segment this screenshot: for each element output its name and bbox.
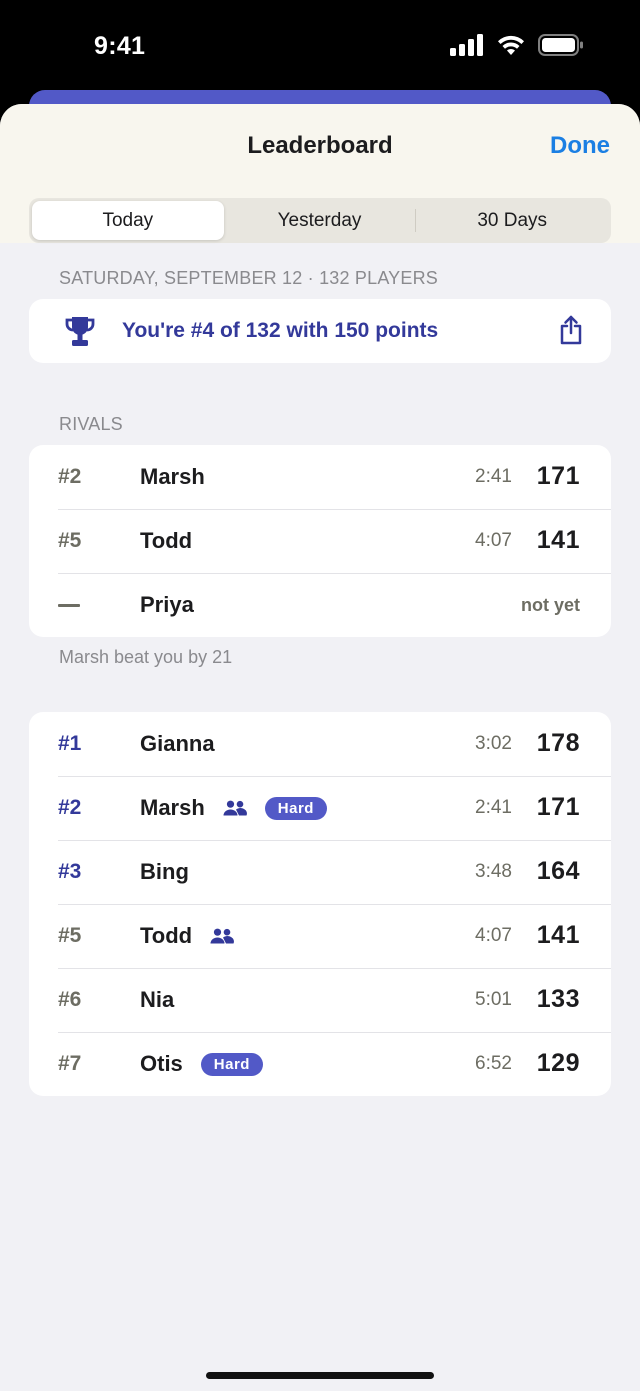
rank-label: #2 xyxy=(58,796,82,819)
rank-label: #7 xyxy=(58,1052,82,1075)
leader-row[interactable]: #5 Todd 4:07 141 xyxy=(29,904,611,968)
sheet-header: Leaderboard Done Today Yesterday 30 Days xyxy=(0,104,640,243)
friends-icon xyxy=(210,928,235,944)
player-name: Bing xyxy=(140,859,189,884)
leader-row[interactable]: #7 Otis Hard 6:52 129 xyxy=(29,1032,611,1096)
solve-time: 4:07 xyxy=(475,530,512,551)
score: 171 xyxy=(536,462,580,490)
score: 141 xyxy=(536,921,580,949)
solve-time: 6:52 xyxy=(475,1053,512,1074)
rank-summary-text: You're #4 of 132 with 150 points xyxy=(122,319,439,342)
solve-time: 3:48 xyxy=(475,861,512,882)
rival-footnote: Marsh beat you by 21 xyxy=(59,647,233,667)
trophy-icon xyxy=(65,317,95,346)
tab-today[interactable]: Today xyxy=(32,201,224,240)
wifi-icon xyxy=(498,35,524,55)
tab-30-days[interactable]: 30 Days xyxy=(416,201,608,240)
solve-time: 4:07 xyxy=(475,925,512,946)
rival-row[interactable]: Priya not yet xyxy=(29,573,611,637)
rank-label: #5 xyxy=(58,924,82,947)
leaderboard-sheet: Leaderboard Done Today Yesterday 30 Days… xyxy=(0,104,640,1391)
player-name: Marsh xyxy=(140,464,205,489)
player-name: Otis Hard xyxy=(140,1051,263,1077)
solve-time: 3:02 xyxy=(475,733,512,754)
rank-label: #3 xyxy=(58,860,82,883)
leader-row[interactable]: #6 Nia 5:01 133 xyxy=(29,968,611,1032)
score: 129 xyxy=(536,1049,580,1077)
cellular-signal-icon xyxy=(450,34,483,56)
score: 133 xyxy=(536,985,580,1013)
player-name: Todd xyxy=(140,528,193,553)
status-time: 9:41 xyxy=(94,32,146,60)
date-players-label: SATURDAY, SEPTEMBER 12 · 132 PLAYERS xyxy=(59,268,439,288)
player-name: Nia xyxy=(140,987,175,1012)
score: 171 xyxy=(536,793,580,821)
rank-label: #6 xyxy=(58,988,82,1011)
solve-time: 2:41 xyxy=(475,466,512,487)
rank-label: #2 xyxy=(58,465,82,488)
rivals-card: #2 Marsh 2:41 171 #5 Todd 4:07 141 Priya… xyxy=(29,445,611,637)
share-icon[interactable] xyxy=(559,315,583,345)
leaders-card: #1 Gianna 3:02 178 #2 Marsh Hard 2:41 17… xyxy=(29,712,611,1096)
leader-row[interactable]: #1 Gianna 3:02 178 xyxy=(29,712,611,776)
home-indicator[interactable] xyxy=(206,1372,434,1379)
rival-row[interactable]: #2 Marsh 2:41 171 xyxy=(29,445,611,509)
tab-yesterday[interactable]: Yesterday xyxy=(224,201,416,240)
hard-mode-badge: Hard xyxy=(200,1052,263,1076)
solve-time: 2:41 xyxy=(475,797,512,818)
leader-row[interactable]: #3 Bing 3:48 164 xyxy=(29,840,611,904)
score: 178 xyxy=(536,729,580,757)
no-rank-dash xyxy=(58,604,80,607)
rival-row[interactable]: #5 Todd 4:07 141 xyxy=(29,509,611,573)
score: 141 xyxy=(536,526,580,554)
rivals-section-label: RIVALS xyxy=(59,414,123,434)
rank-summary-card: You're #4 of 132 with 150 points xyxy=(29,299,611,363)
hard-mode-badge: Hard xyxy=(264,796,327,820)
player-name: Todd xyxy=(140,923,235,949)
page-title: Leaderboard xyxy=(247,132,393,159)
player-name: Marsh Hard xyxy=(140,795,327,821)
period-segmented-control: Today Yesterday 30 Days xyxy=(29,198,611,243)
score: 164 xyxy=(536,857,580,885)
rank-label: #5 xyxy=(58,529,82,552)
done-button[interactable]: Done xyxy=(550,132,610,160)
player-name: Gianna xyxy=(140,731,215,756)
rank-label: #1 xyxy=(58,732,82,755)
solve-time: 5:01 xyxy=(475,989,512,1010)
player-name: Priya xyxy=(140,592,194,617)
status-bar: 9:41 xyxy=(0,0,640,92)
friends-icon xyxy=(223,800,247,816)
battery-icon xyxy=(538,34,583,56)
status-icons xyxy=(450,34,584,56)
not-played-status: not yet xyxy=(520,595,580,615)
leader-row[interactable]: #2 Marsh Hard 2:41 171 xyxy=(29,776,611,840)
